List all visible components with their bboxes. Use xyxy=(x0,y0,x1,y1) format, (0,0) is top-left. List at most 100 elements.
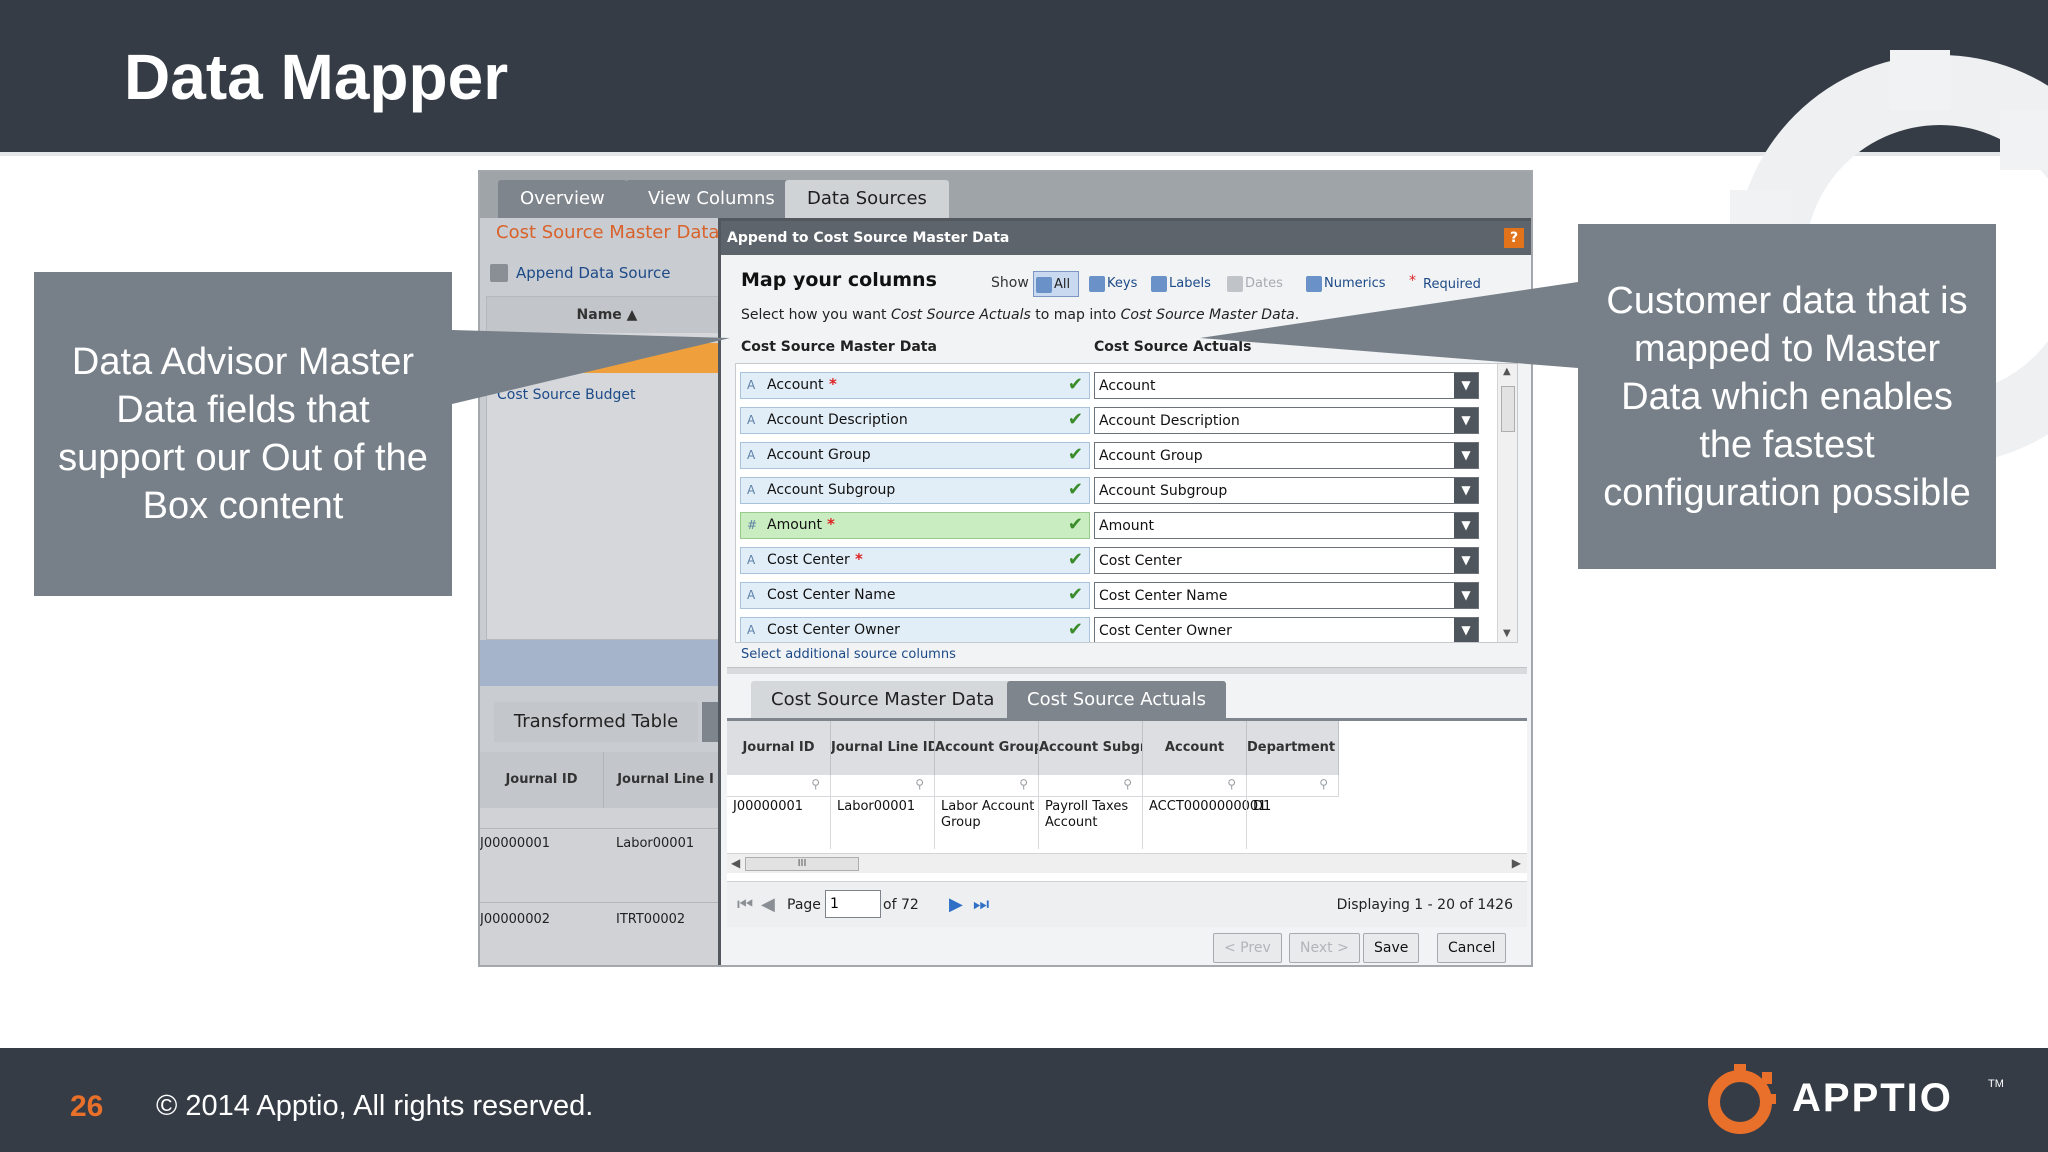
grid-cell: D1 xyxy=(1253,799,1272,814)
actuals-selected-value: Account xyxy=(1099,378,1156,394)
last-page-icon[interactable]: ⏭ xyxy=(973,894,989,915)
grid-header[interactable]: Journal Line ID xyxy=(831,721,935,775)
chevron-down-icon[interactable]: ▼ xyxy=(1454,478,1478,503)
tab-transformed-table[interactable]: Transformed Table xyxy=(494,702,698,742)
grid-header-journal-line[interactable]: Journal Line I xyxy=(604,752,728,808)
grid-hscrollbar[interactable]: ◀ III ▶ xyxy=(727,853,1527,873)
scroll-right-icon[interactable]: ▶ xyxy=(1512,856,1521,870)
list-item-selected[interactable] xyxy=(487,343,727,373)
master-field-name: Cost Center Name xyxy=(767,587,896,603)
prev-page-icon[interactable]: ◀ xyxy=(761,894,775,915)
grid-filter[interactable]: ⚲ xyxy=(1143,775,1247,797)
search-icon[interactable]: ⚲ xyxy=(1123,777,1132,791)
grid-header-journal-id[interactable]: Journal ID xyxy=(480,752,604,808)
master-field[interactable]: A Account * ✔ xyxy=(740,372,1090,399)
master-field[interactable]: A Account Group ✔ xyxy=(740,442,1090,469)
grid-filter[interactable]: ⚲ xyxy=(1039,775,1143,797)
master-field-name: Cost Center xyxy=(767,552,850,568)
pager: ⏮ ◀ Page of 72 ▶ ⏭ Displaying 1 - 20 of … xyxy=(727,881,1527,927)
page-input[interactable] xyxy=(825,890,881,918)
help-icon[interactable]: ? xyxy=(1504,228,1524,248)
master-field[interactable]: A Cost Center Owner ✔ xyxy=(740,617,1090,642)
append-data-source-link[interactable]: Append Data Source xyxy=(516,264,670,282)
background-toolbar xyxy=(480,640,726,686)
grid-filter[interactable]: ⚲ xyxy=(831,775,935,797)
master-field[interactable]: A Account Description ✔ xyxy=(740,407,1090,434)
append-data-source-icon xyxy=(490,264,508,282)
chevron-down-icon[interactable]: ▼ xyxy=(1454,408,1478,433)
scroll-left-icon[interactable]: ◀ xyxy=(731,856,740,870)
list-header-name[interactable]: Name ▲ xyxy=(487,297,727,333)
next-page-icon[interactable]: ▶ xyxy=(949,894,963,915)
mapping-row: A Account Subgroup ✔ Account Subgroup ▼ xyxy=(736,475,1496,505)
tab-actuals[interactable]: Cost Source Actuals xyxy=(1007,681,1227,719)
actuals-select[interactable]: Account ▼ xyxy=(1094,372,1479,399)
save-button[interactable]: Save xyxy=(1363,933,1420,963)
list-item-cost-source-budget[interactable]: Cost Source Budget xyxy=(497,387,635,403)
grid-filter[interactable]: ⚲ xyxy=(727,775,831,797)
actuals-select[interactable]: Cost Center ▼ xyxy=(1094,547,1479,574)
data-source-list: Name ▲ Cost Source Budget xyxy=(486,296,727,640)
grid-header[interactable]: Account Group xyxy=(935,721,1039,775)
hscroll-thumb[interactable]: III xyxy=(745,857,859,871)
chevron-down-icon[interactable]: ▼ xyxy=(1454,513,1478,538)
master-field[interactable]: A Cost Center * ✔ xyxy=(740,547,1090,574)
select-additional-columns-link[interactable]: Select additional source columns xyxy=(741,647,956,662)
mapping-row: A Cost Center * ✔ Cost Center ▼ xyxy=(736,545,1496,575)
actuals-select[interactable]: Account Description ▼ xyxy=(1094,407,1479,434)
filter-numerics[interactable]: Numerics xyxy=(1304,271,1386,297)
chevron-down-icon[interactable]: ▼ xyxy=(1454,373,1478,398)
actuals-select[interactable]: Amount ▼ xyxy=(1094,512,1479,539)
search-icon[interactable]: ⚲ xyxy=(1227,777,1236,791)
grid-header[interactable]: Department Cc xyxy=(1247,721,1339,775)
grid-header[interactable]: Account xyxy=(1143,721,1247,775)
tab-view-columns[interactable]: View Columns xyxy=(626,180,797,218)
filter-keys[interactable]: Keys xyxy=(1087,271,1137,297)
append-dialog: Append to Cost Source Master Data ? Map … xyxy=(718,218,1531,965)
actuals-select[interactable]: Cost Center Name ▼ xyxy=(1094,582,1479,609)
first-page-icon[interactable]: ⏮ xyxy=(737,894,753,915)
grid-cell: ACCT0000000001 xyxy=(1149,799,1267,814)
search-icon[interactable]: ⚲ xyxy=(811,777,820,791)
scroll-up-icon[interactable]: ▲ xyxy=(1503,366,1511,377)
filter-all[interactable]: All xyxy=(1033,271,1079,297)
next-button[interactable]: Next > xyxy=(1289,933,1360,963)
tab-master-data[interactable]: Cost Source Master Data xyxy=(751,681,1015,719)
search-icon[interactable]: ⚲ xyxy=(915,777,924,791)
tab-data-sources[interactable]: Data Sources xyxy=(785,180,949,218)
grid-filter[interactable]: ⚲ xyxy=(935,775,1039,797)
tab-overview[interactable]: Overview xyxy=(498,180,627,218)
actuals-select[interactable]: Cost Center Owner ▼ xyxy=(1094,617,1479,642)
actuals-select[interactable]: Account Group ▼ xyxy=(1094,442,1479,469)
grid-filter[interactable]: ⚲ xyxy=(1247,775,1339,797)
mapping-row: A Account Description ✔ Account Description… xyxy=(736,405,1496,435)
panel-splitter[interactable] xyxy=(727,667,1527,674)
master-field[interactable]: # Amount * ✔ xyxy=(740,512,1090,539)
filter-labels[interactable]: Labels xyxy=(1149,271,1211,297)
master-field[interactable]: A Cost Center Name ✔ xyxy=(740,582,1090,609)
master-field[interactable]: A Account Subgroup ✔ xyxy=(740,477,1090,504)
actuals-selected-value: Account Subgroup xyxy=(1099,483,1228,499)
prev-button[interactable]: < Prev xyxy=(1213,933,1282,963)
preview-grid: ◀ III ▶ Journal ID ⚲ J00000001 Journal Line… xyxy=(727,721,1527,881)
chevron-down-icon[interactable]: ▼ xyxy=(1454,618,1478,642)
master-field-name: Account Description xyxy=(767,412,908,428)
label-type-icon: A xyxy=(747,588,756,602)
master-field-name: Amount xyxy=(767,517,823,533)
scroll-down-icon[interactable]: ▼ xyxy=(1503,628,1511,639)
chevron-down-icon[interactable]: ▼ xyxy=(1454,548,1478,573)
filter-dates[interactable]: Dates xyxy=(1225,271,1283,297)
grid-header[interactable]: Account Subgroup xyxy=(1039,721,1143,775)
check-icon: ✔ xyxy=(1067,514,1083,535)
scroll-thumb[interactable] xyxy=(1501,386,1515,432)
grid-header[interactable]: Journal ID xyxy=(727,721,831,775)
column-header-master: Cost Source Master Data xyxy=(741,339,937,355)
cancel-button[interactable]: Cancel xyxy=(1437,933,1507,963)
apptio-logo: APPTIO TM xyxy=(1700,1058,2020,1142)
search-icon[interactable]: ⚲ xyxy=(1319,777,1328,791)
mapping-scrollbar[interactable]: ▲ ▼ xyxy=(1497,364,1517,642)
chevron-down-icon[interactable]: ▼ xyxy=(1454,443,1478,468)
chevron-down-icon[interactable]: ▼ xyxy=(1454,583,1478,608)
actuals-select[interactable]: Account Subgroup ▼ xyxy=(1094,477,1479,504)
search-icon[interactable]: ⚲ xyxy=(1019,777,1028,791)
